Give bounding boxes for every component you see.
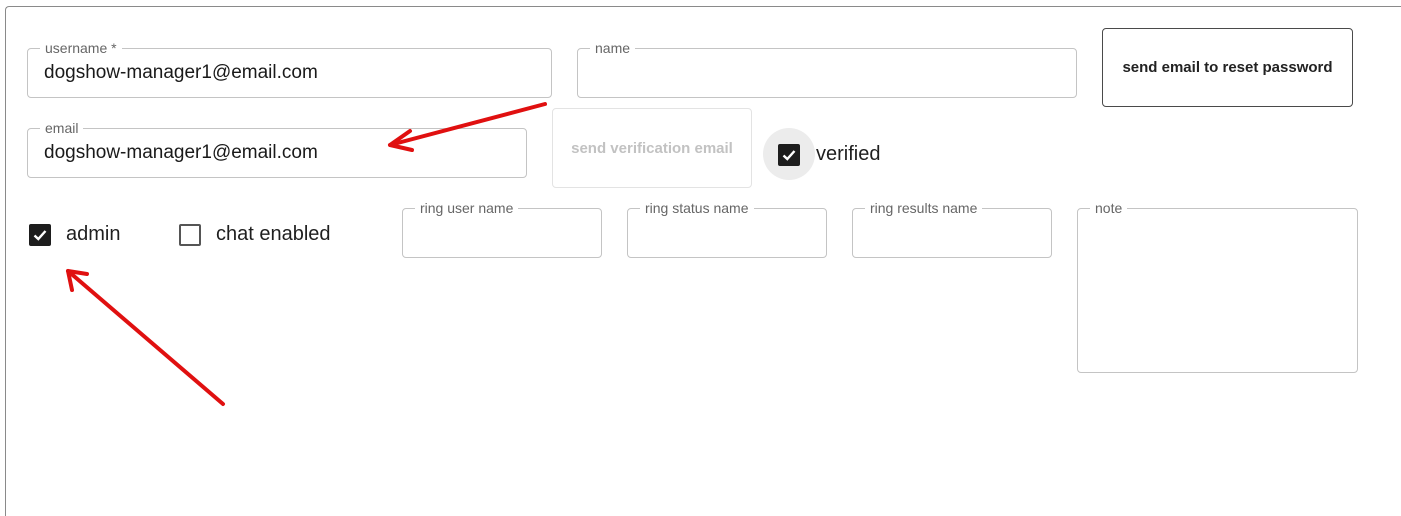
chat-enabled-checkbox[interactable]: chat enabled	[179, 223, 331, 246]
check-icon	[33, 229, 47, 241]
note-field: note	[1077, 200, 1358, 373]
username-input[interactable]	[44, 49, 541, 97]
verified-label: verified	[816, 143, 881, 165]
ring-results-name-input[interactable]	[869, 209, 1041, 257]
email-input[interactable]	[44, 129, 516, 177]
name-input[interactable]	[594, 49, 1066, 97]
admin-label: admin	[66, 223, 121, 245]
admin-checkbox-box[interactable]	[29, 223, 51, 246]
note-textarea[interactable]	[1094, 225, 1347, 372]
admin-checkbox[interactable]: admin	[29, 223, 120, 246]
chat-enabled-label: chat enabled	[216, 223, 331, 245]
ring-user-name-field: ring user name	[402, 200, 602, 258]
send-verification-email-button[interactable]: send verification email	[552, 108, 752, 188]
ring-status-name-input[interactable]	[644, 209, 816, 257]
chat-enabled-checkbox-box[interactable]	[179, 223, 201, 246]
verified-checkbox-box[interactable]	[778, 143, 800, 166]
ring-results-name-field: ring results name	[852, 200, 1052, 258]
name-field: name	[577, 40, 1077, 98]
username-field: username *	[27, 40, 552, 98]
verified-checkbox[interactable]: verified	[778, 143, 880, 166]
ring-user-name-input[interactable]	[419, 209, 591, 257]
note-label: note	[1090, 200, 1128, 216]
email-field: email	[27, 120, 527, 178]
send-reset-password-button[interactable]: send email to reset password	[1102, 28, 1353, 107]
ring-status-name-field: ring status name	[627, 200, 827, 258]
check-icon	[782, 149, 796, 161]
